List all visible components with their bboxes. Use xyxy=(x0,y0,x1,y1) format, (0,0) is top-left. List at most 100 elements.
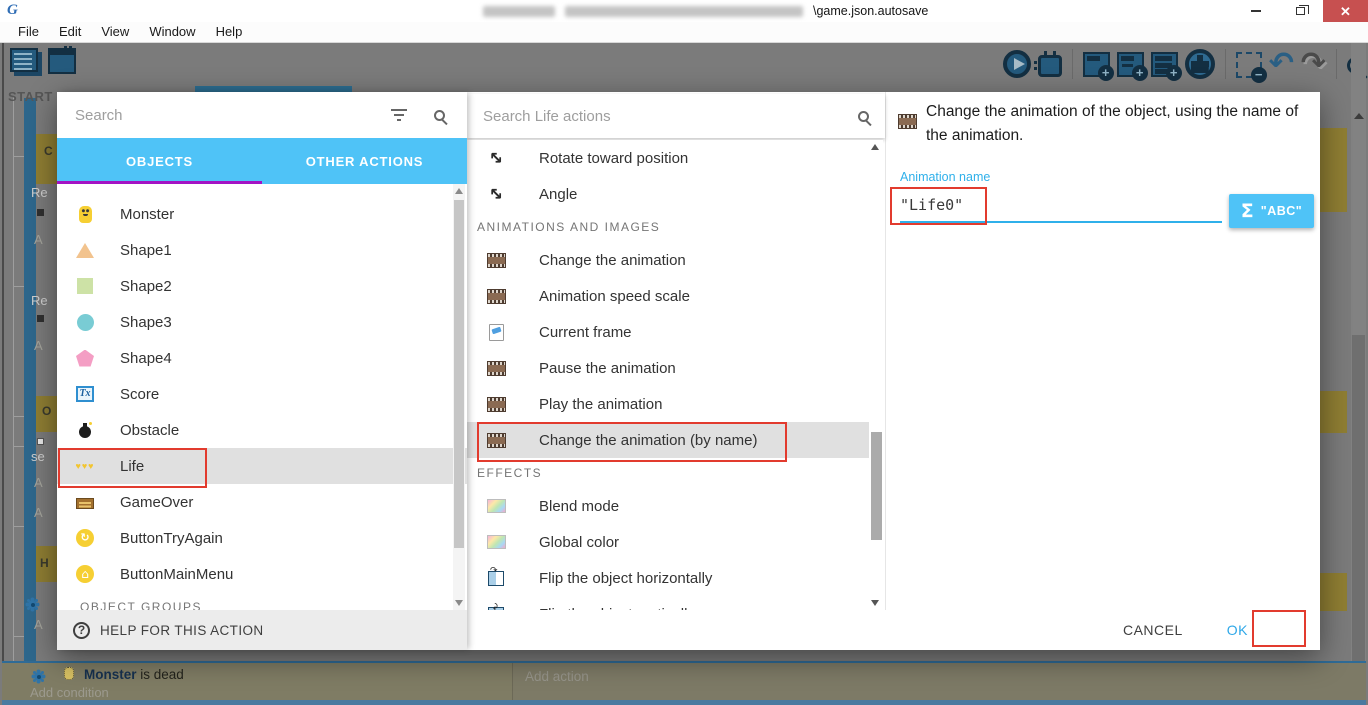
actions-scrollbar-thumb[interactable] xyxy=(871,432,882,540)
event-highlight-block xyxy=(1320,128,1347,212)
events-tick xyxy=(13,446,24,447)
bomb-object-icon xyxy=(79,426,91,438)
scrollbar-down-arrow-icon[interactable] xyxy=(871,600,879,606)
add-action-link[interactable]: Add action xyxy=(525,669,589,684)
help-bar: ? HELP FOR THIS ACTION xyxy=(57,610,467,650)
object-row[interactable]: Shape1 xyxy=(57,232,467,268)
menu-item[interactable]: Window xyxy=(139,22,205,42)
action-label: Angle xyxy=(539,186,577,203)
action-row[interactable]: Global color xyxy=(467,524,869,560)
action-mini-icon xyxy=(37,438,44,445)
action-label: Flip the object vertically xyxy=(539,606,695,611)
object-label: Monster xyxy=(120,206,174,223)
action-row[interactable]: Change the animation (by name) xyxy=(467,422,869,458)
filter-icon[interactable] xyxy=(390,109,408,121)
action-row[interactable]: Pause the animation xyxy=(467,350,869,386)
object-row[interactable]: Shape4 xyxy=(57,340,467,376)
restore-button[interactable] xyxy=(1278,0,1323,22)
scrollbar-down-arrow-icon[interactable] xyxy=(455,600,463,606)
add-subevent-button[interactable] xyxy=(1117,52,1144,77)
search-icon[interactable] xyxy=(434,110,445,121)
tab-objects[interactable]: OBJECTS xyxy=(57,138,262,184)
object-row[interactable]: GameOver xyxy=(57,484,467,520)
action-label: Pause the animation xyxy=(539,360,676,377)
help-link[interactable]: HELP FOR THIS ACTION xyxy=(100,623,264,638)
action-row[interactable]: Animation speed scale xyxy=(467,278,869,314)
action-row[interactable]: Play the animation xyxy=(467,386,869,422)
object-row[interactable]: ⌂ ButtonMainMenu xyxy=(57,556,467,592)
object-row[interactable]: Tx Score xyxy=(57,376,467,412)
triangle-shape-icon xyxy=(76,243,94,258)
toolbar-separator[interactable] xyxy=(1336,49,1337,79)
action-row[interactable]: ↔ Angle xyxy=(467,176,869,212)
menu-item[interactable]: Help xyxy=(206,22,253,42)
scrollbar-up-arrow-icon[interactable] xyxy=(455,188,463,194)
add-comment-button[interactable] xyxy=(1151,52,1178,77)
search-icon[interactable] xyxy=(858,111,869,122)
add-other-button[interactable] xyxy=(1185,49,1215,79)
film-strip-icon xyxy=(487,289,506,304)
event-conditions-cell[interactable]: Monster is dead Add condition xyxy=(2,663,512,701)
action-parameters-panel: Change the animation of the object, usin… xyxy=(885,92,1320,610)
object-row[interactable]: OBJECT GROUPS xyxy=(57,592,467,610)
minimize-button[interactable] xyxy=(1233,0,1278,22)
project-manager-button[interactable] xyxy=(10,48,38,72)
object-row[interactable]: ↻ ButtonTryAgain xyxy=(57,520,467,556)
object-search-bar xyxy=(57,92,467,138)
redo-button[interactable] xyxy=(1301,49,1326,79)
toolbar-separator[interactable] xyxy=(1225,49,1226,79)
background-text-fragment: START xyxy=(8,89,53,104)
object-row[interactable]: Obstacle xyxy=(57,412,467,448)
debugger-button[interactable] xyxy=(1038,55,1062,77)
scrollbar-up-arrow-icon[interactable] xyxy=(1354,113,1364,119)
action-row[interactable]: Current frame xyxy=(467,314,869,350)
event-actions-cell[interactable]: Add action xyxy=(512,663,1366,701)
menu-item[interactable]: View xyxy=(91,22,139,42)
action-search-input[interactable] xyxy=(483,108,858,125)
actions-scrollbar[interactable] xyxy=(869,140,883,610)
action-row[interactable]: ↔ Rotate toward position xyxy=(467,140,869,176)
action-row[interactable]: Change the animation xyxy=(467,242,869,278)
undo-button[interactable] xyxy=(1269,49,1294,79)
delete-selection-button[interactable] xyxy=(1236,52,1262,78)
animation-name-input[interactable] xyxy=(900,188,1222,223)
action-mini-icon xyxy=(37,209,44,216)
cancel-button[interactable]: CANCEL xyxy=(1123,622,1183,638)
run-preview-button[interactable] xyxy=(1003,50,1031,78)
close-button[interactable]: ✕ xyxy=(1323,0,1368,22)
action-row[interactable]: ANIMATIONS AND IMAGES xyxy=(467,212,869,242)
objects-scrollbar[interactable] xyxy=(453,184,465,610)
object-row[interactable]: Monster xyxy=(57,196,467,232)
object-search-input[interactable] xyxy=(75,107,390,124)
expression-editor-button[interactable]: Σ "ABC" xyxy=(1229,194,1314,228)
film-strip-icon xyxy=(487,361,506,376)
film-strip-icon xyxy=(898,114,917,129)
action-row[interactable]: Blend mode xyxy=(467,488,869,524)
object-row[interactable]: Shape3 xyxy=(57,304,467,340)
choose-action-dialog: OBJECTS OTHER ACTIONS Monster Shape1 xyxy=(57,92,1320,650)
action-row[interactable]: Flip the object vertically xyxy=(467,596,869,610)
objects-scrollbar-thumb[interactable] xyxy=(454,200,464,548)
ok-button[interactable]: OK xyxy=(1227,622,1248,638)
action-label: Animation speed scale xyxy=(539,288,690,305)
menu-item[interactable]: File xyxy=(8,22,49,42)
horizontal-scrollbar[interactable] xyxy=(2,700,1366,705)
toolbar-separator[interactable] xyxy=(1072,49,1073,79)
circle-shape-icon xyxy=(77,314,94,331)
scrollbar-up-arrow-icon[interactable] xyxy=(871,144,879,150)
object-label: Shape1 xyxy=(120,242,172,259)
add-event-button[interactable] xyxy=(1083,52,1110,77)
menu-item[interactable]: Edit xyxy=(49,22,91,42)
action-row[interactable]: EFFECTS xyxy=(467,458,869,488)
object-row[interactable]: ♥♥♥ Life xyxy=(57,448,467,484)
action-row[interactable]: Flip the object horizontally xyxy=(467,560,869,596)
workspace-scrollbar-thumb[interactable] xyxy=(1352,335,1365,705)
tab-other-actions[interactable]: OTHER ACTIONS xyxy=(262,138,467,184)
help-question-icon: ? xyxy=(73,622,90,639)
object-row[interactable]: Shape2 xyxy=(57,268,467,304)
film-strip-icon xyxy=(487,397,506,412)
add-condition-link[interactable]: Add condition xyxy=(30,685,109,700)
sigma-icon: Σ xyxy=(1241,200,1254,222)
scene-editor-button[interactable] xyxy=(48,48,76,74)
action-label: Blend mode xyxy=(539,498,619,515)
